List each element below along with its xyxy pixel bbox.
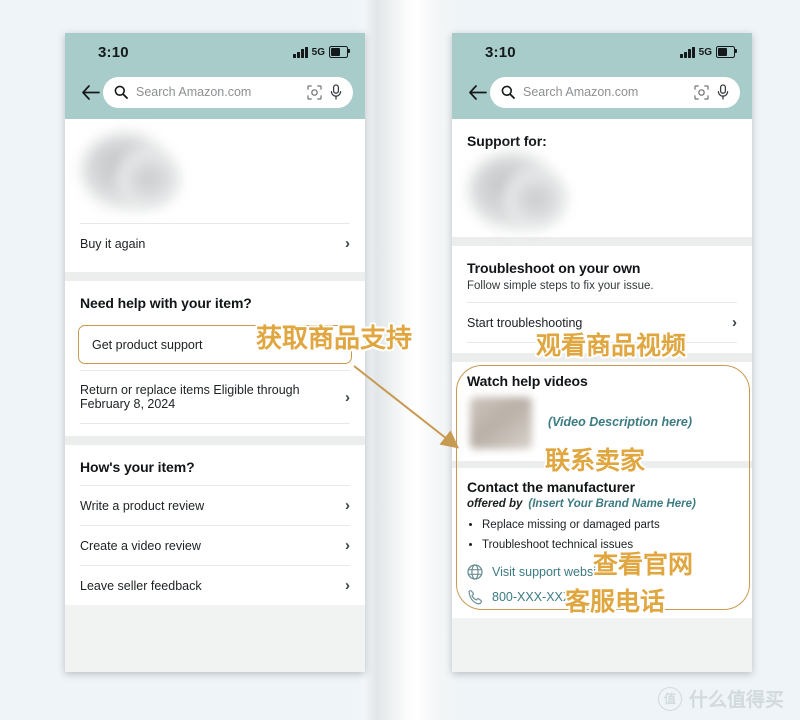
left-scroll-content[interactable]: Buy it again › Need help with your item?… (65, 119, 365, 672)
status-bar: 3:10 5G (452, 33, 752, 73)
section-divider (65, 436, 365, 445)
chevron-right-icon: › (345, 537, 350, 554)
support-product-image (452, 141, 752, 243)
page-fold-spine (355, 0, 465, 720)
status-bar: 3:10 5G (65, 33, 365, 73)
troubleshoot-title: Troubleshoot on your own (467, 260, 641, 276)
status-indicators: 5G (293, 46, 351, 58)
product-card: Buy it again › (65, 119, 365, 272)
offered-by-label: offered by (467, 498, 523, 510)
visit-support-website-label: Visit support website (492, 565, 607, 580)
buy-it-again-row[interactable]: Buy it again › (80, 223, 350, 263)
section-divider (452, 237, 752, 246)
status-clock: 3:10 (98, 44, 129, 61)
search-input[interactable]: Search Amazon.com (103, 76, 353, 108)
back-arrow-icon[interactable] (77, 84, 103, 100)
chevron-right-icon: › (732, 314, 737, 331)
troubleshoot-subtitle: Follow simple steps to fix your issue. (467, 280, 654, 292)
list-item: Replace missing or damaged parts (482, 518, 737, 534)
video-description-label: (Video Description here) (548, 415, 693, 429)
network-type-label: 5G (698, 46, 712, 58)
status-clock: 3:10 (485, 44, 516, 61)
product-image (65, 119, 365, 223)
status-indicators: 5G (680, 46, 738, 58)
brand-name-placeholder: (Insert Your Brand Name Here) (528, 498, 696, 510)
phone-icon (468, 590, 482, 605)
search-icon (114, 85, 128, 99)
watermark-badge: 值 (657, 686, 682, 711)
list-item[interactable]: Write a product review › (80, 485, 350, 525)
battery-icon (716, 46, 738, 58)
microphone-icon (717, 84, 729, 100)
search-row: Search Amazon.com (65, 73, 365, 119)
search-icon (501, 85, 515, 99)
support-for-section: Support for: (452, 119, 752, 243)
annotation-visit-site: 查看官网 (593, 550, 694, 579)
watermark-text: 什么值得买 (688, 689, 784, 711)
annotation-phone: 客服电话 (565, 587, 666, 616)
return-or-replace-label: Return or replace items Eligible through… (80, 383, 345, 411)
signal-bars-icon (680, 46, 695, 58)
search-row: Search Amazon.com (452, 73, 752, 119)
microphone-icon (330, 84, 342, 100)
hows-your-item-section: How's your item? Write a product review … (65, 445, 365, 605)
chevron-right-icon: › (345, 497, 350, 514)
section-divider (65, 272, 365, 281)
need-help-title: Need help with your item? (80, 295, 252, 311)
chevron-right-icon: › (345, 577, 350, 594)
annotation-get-support: 获取商品支持 (256, 324, 413, 354)
network-type-label: 5G (311, 46, 325, 58)
search-input[interactable]: Search Amazon.com (490, 76, 740, 108)
list-item[interactable]: Leave seller feedback › (80, 565, 350, 605)
need-help-section: Need help with your item? Get product su… (65, 281, 365, 436)
camera-lens-icon (307, 84, 322, 100)
watch-help-videos-title: Watch help videos (467, 373, 588, 389)
write-product-review-label: Write a product review (80, 498, 205, 513)
list-item[interactable]: Create a video review › (80, 525, 350, 565)
back-arrow-icon[interactable] (464, 84, 490, 100)
offered-by-row: offered by (Insert Your Brand Name Here) (452, 498, 752, 514)
chevron-right-icon: › (345, 388, 350, 406)
support-for-title: Support for: (467, 133, 547, 149)
video-thumbnail (470, 397, 532, 449)
get-product-support-label: Get product support (92, 337, 203, 352)
signal-bars-icon (293, 46, 308, 58)
search-placeholder: Search Amazon.com (136, 85, 252, 99)
chevron-right-icon: › (345, 235, 350, 252)
create-video-review-label: Create a video review (80, 538, 201, 553)
return-label-main: Return or replace items (80, 383, 210, 397)
leave-seller-feedback-label: Leave seller feedback (80, 578, 202, 593)
watermark: 值 什么值得买 (657, 685, 784, 712)
hows-your-item-title: How's your item? (80, 459, 195, 475)
return-or-replace-row[interactable]: Return or replace items Eligible through… (80, 370, 350, 423)
annotation-watch-video: 观看商品视频 (536, 331, 687, 360)
camera-lens-icon (694, 84, 709, 100)
buy-it-again-label: Buy it again (80, 236, 146, 251)
battery-icon (329, 46, 351, 58)
globe-icon (467, 564, 483, 580)
annotation-contact-seller: 联系卖家 (545, 446, 646, 475)
search-placeholder: Search Amazon.com (523, 85, 639, 99)
